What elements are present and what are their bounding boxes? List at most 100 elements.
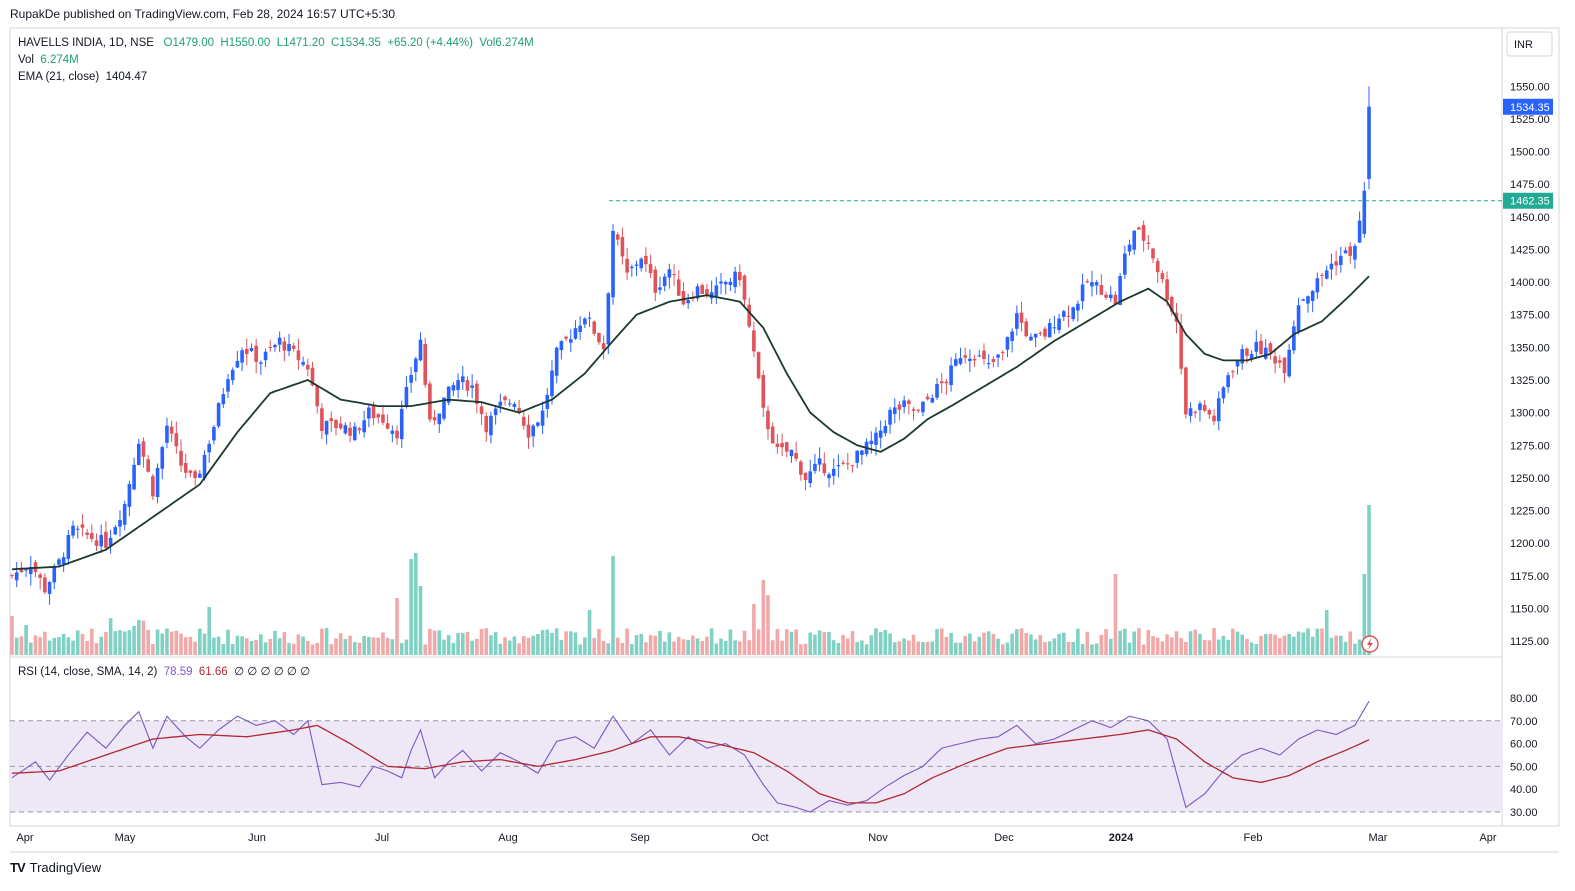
candle: [183, 463, 188, 473]
candle: [573, 328, 578, 339]
ema-line: [11, 275, 1370, 571]
volume-bar: [85, 640, 89, 655]
candle: [526, 424, 531, 438]
volume-bar: [127, 630, 132, 655]
volume-bar: [831, 640, 836, 655]
candle: [1254, 341, 1259, 352]
volume-bar: [19, 636, 24, 655]
volume-bar: [1348, 631, 1353, 655]
candle: [122, 504, 127, 525]
candle: [648, 264, 653, 274]
volume-bar: [1141, 644, 1146, 655]
candle: [287, 344, 291, 352]
volume-bar: [498, 643, 503, 655]
chart-canvas[interactable]: 1125.00 1150.00 1175.00 1200.00 1225.00 1250.…: [0, 0, 1575, 891]
candle: [1132, 230, 1137, 250]
candle: [554, 347, 559, 376]
volume-bar: [822, 632, 827, 655]
price-tick-label: 1300.00: [1510, 408, 1550, 420]
volume-bar: [446, 635, 451, 655]
volume-bar: [348, 635, 352, 655]
volume-bar: [296, 634, 301, 655]
candle: [559, 341, 564, 351]
volume-bar: [522, 636, 526, 655]
time-tick-label: Aug: [498, 832, 518, 844]
candle: [409, 374, 413, 383]
volume-bar: [573, 632, 578, 655]
candle: [512, 403, 517, 408]
volume-bar: [282, 632, 287, 655]
rsi-tick-label: 30.00: [1510, 807, 1538, 819]
price-tick-label: 1350.00: [1510, 342, 1550, 354]
volume-bar: [169, 631, 174, 655]
candle: [550, 370, 554, 397]
candle: [174, 433, 179, 447]
volume-bar: [850, 631, 855, 655]
candle: [845, 463, 850, 465]
volume-bar: [221, 644, 226, 655]
volume-bar: [648, 635, 653, 655]
rsi-panel: [10, 700, 1502, 813]
candle: [75, 528, 80, 530]
candles: [10, 86, 1371, 605]
volume-bar: [1226, 639, 1230, 655]
volume-bar: [517, 643, 521, 655]
candle: [1221, 387, 1226, 399]
volume-bar: [1254, 644, 1259, 655]
volume-bar: [432, 630, 437, 655]
tradingview-logo[interactable]: TV TradingView: [10, 860, 101, 875]
volume-bar: [620, 642, 625, 655]
volume-bar: [855, 641, 859, 655]
candle: [306, 364, 310, 370]
candle: [808, 471, 813, 484]
volume-bar: [428, 628, 432, 655]
volume-bar: [733, 640, 737, 655]
candle: [291, 345, 296, 349]
candle: [57, 559, 61, 565]
candle: [1212, 415, 1216, 422]
candle: [1184, 367, 1188, 415]
volume-bar: [1038, 635, 1043, 655]
volume-bar: [982, 632, 986, 655]
volume-bar: [897, 641, 902, 655]
volume-bar: [198, 628, 202, 655]
candle: [615, 234, 620, 240]
rsi-tick-label: 50.00: [1510, 761, 1538, 773]
candle: [432, 417, 437, 421]
volume-bar: [155, 629, 160, 655]
price-tick-label: 1400.00: [1510, 277, 1550, 289]
volume-bar: [686, 639, 690, 655]
volume-bar: [986, 631, 991, 655]
candle: [1231, 371, 1235, 373]
candle: [752, 330, 756, 352]
candle: [1155, 260, 1160, 273]
candle: [1165, 279, 1169, 301]
candle: [315, 385, 320, 407]
volume-bar: [489, 635, 493, 655]
volume-bar: [1146, 629, 1151, 655]
volume-bar: [174, 630, 179, 655]
volume-bar: [320, 628, 324, 655]
candle: [507, 403, 512, 405]
volume-bar: [550, 632, 554, 655]
volume-bar: [1024, 632, 1029, 655]
candle: [625, 258, 629, 273]
volume-bar: [554, 628, 559, 655]
candle: [789, 449, 794, 457]
candle: [784, 442, 789, 452]
last-price-label: 1534.35: [1510, 102, 1550, 114]
volume-bar: [165, 628, 169, 655]
candle: [1362, 190, 1367, 234]
candle: [963, 355, 967, 358]
candle: [958, 358, 963, 364]
volume-bar: [953, 642, 958, 655]
candle: [1024, 321, 1029, 337]
candle: [268, 346, 273, 348]
candle: [681, 291, 686, 305]
price-tick-label: 1250.00: [1510, 473, 1550, 485]
candle: [381, 414, 385, 423]
candle: [836, 465, 841, 467]
volume-bar: [1165, 634, 1169, 655]
candle: [1367, 106, 1371, 180]
volume-bar: [1061, 632, 1066, 655]
